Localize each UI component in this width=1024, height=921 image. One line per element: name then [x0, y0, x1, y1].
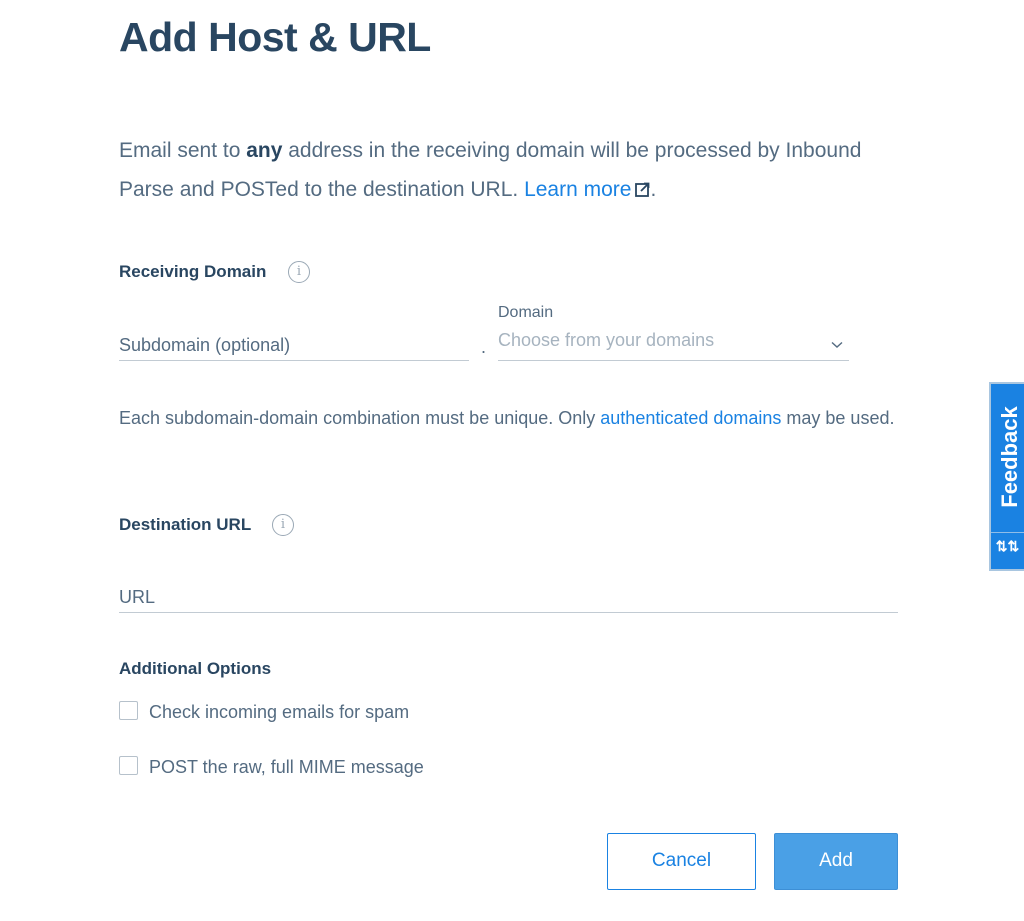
- info-icon[interactable]: i: [272, 514, 294, 536]
- domain-select[interactable]: Choose from your domains: [498, 330, 849, 361]
- domain-field-label: Domain: [498, 304, 554, 321]
- spam-check-label[interactable]: Check incoming emails for spam: [149, 702, 409, 723]
- chevron-down-icon: [831, 336, 843, 354]
- cancel-button[interactable]: Cancel: [607, 833, 756, 890]
- learn-more-link[interactable]: Learn more: [524, 178, 650, 201]
- domain-select-placeholder: Choose from your domains: [498, 330, 715, 350]
- domain-help-text: Each subdomain-domain combination must b…: [119, 408, 895, 428]
- spam-check-checkbox[interactable]: [119, 701, 138, 720]
- add-button[interactable]: Add: [774, 833, 898, 890]
- feedback-divider: [991, 532, 1024, 533]
- feedback-tab[interactable]: Feedback ⇅⇅: [989, 382, 1024, 571]
- page-title: Add Host & URL: [119, 14, 431, 60]
- sort-arrows-icon: ⇅⇅: [995, 538, 1020, 554]
- intro-text: Email sent to any address in the receivi…: [119, 131, 879, 210]
- subdomain-input[interactable]: [119, 330, 469, 361]
- raw-mime-label[interactable]: POST the raw, full MIME message: [149, 757, 424, 778]
- external-link-icon: [635, 171, 650, 210]
- destination-url-label: Destination URL: [119, 515, 252, 534]
- intro-bold: any: [246, 139, 283, 162]
- receiving-domain-label: Receiving Domain: [119, 262, 267, 281]
- feedback-label: Feedback: [997, 406, 1022, 508]
- additional-options-label: Additional Options: [119, 659, 272, 678]
- info-icon[interactable]: i: [288, 261, 310, 283]
- raw-mime-checkbox[interactable]: [119, 756, 138, 775]
- destination-url-input[interactable]: [119, 583, 898, 613]
- domain-separator: .: [481, 337, 487, 357]
- authenticated-domains-link[interactable]: authenticated domains: [600, 408, 781, 428]
